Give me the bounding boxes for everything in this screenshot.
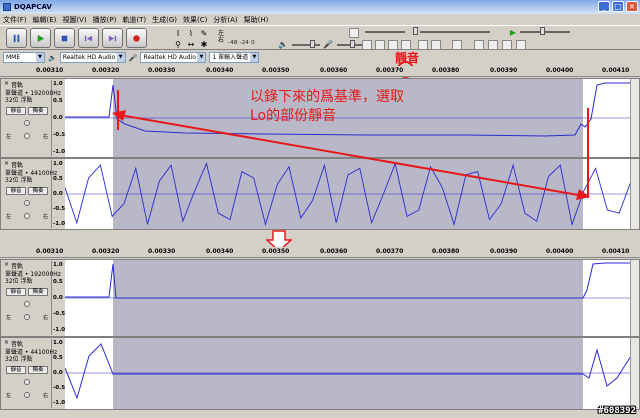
scale-label: 1.0 <box>53 262 63 268</box>
ruler-tick: 0.00400 <box>546 248 574 255</box>
scale-label: 1.0 <box>53 340 63 346</box>
mute-button[interactable]: 靜音 <box>6 366 26 374</box>
timeline-ruler-bottom[interactable]: 0.00310 0.00320 0.00330 0.00340 0.00350 … <box>0 247 640 258</box>
gain-knob[interactable] <box>24 379 30 385</box>
scale-label: -1.0 <box>53 400 66 406</box>
amplitude-scale: 1.0 0.5 0.0 -0.5 -1.0 <box>52 338 66 409</box>
track-info-format: 32位 浮點 <box>5 278 33 285</box>
mute-button[interactable]: 靜音 <box>6 288 26 296</box>
track-1-after[interactable]: × 音軌 單聲道 • 192000Hz 32位 浮點 靜音 獨奏 左 右 1.0… <box>0 259 640 337</box>
track-close-icon[interactable]: × <box>4 339 9 346</box>
vertical-scrollbar[interactable] <box>630 260 639 336</box>
pan-left-label: 左 <box>6 315 12 321</box>
ruler-tick: 0.00380 <box>432 248 460 255</box>
annotation-line-2: Lo的部份靜音 <box>250 108 337 124</box>
waveform-track-2-after[interactable] <box>65 338 631 409</box>
ruler-tick: 0.00410 <box>602 248 630 255</box>
pan-left-label: 左 <box>6 393 12 399</box>
vertical-scrollbar[interactable] <box>630 338 639 409</box>
amplitude-scale: 1.0 0.5 0.0 -0.5 -1.0 <box>52 260 66 336</box>
track-control-panel: × 音軌 單聲道 • 192000Hz 32位 浮點 靜音 獨奏 左 右 <box>3 261 61 335</box>
ruler-tick: 0.00350 <box>262 248 290 255</box>
scale-label: 0.5 <box>53 355 63 361</box>
scale-label: -1.0 <box>53 327 66 333</box>
solo-button[interactable]: 獨奏 <box>28 288 48 296</box>
scale-label: -0.5 <box>53 385 66 391</box>
ruler-tick: 0.00370 <box>376 248 404 255</box>
annotation-line-1: 以錄下來的爲基準，選取 <box>250 89 404 105</box>
pan-knob[interactable] <box>24 392 30 398</box>
track-info-format: 32位 浮點 <box>5 356 33 363</box>
ruler-tick: 0.00320 <box>92 248 120 255</box>
scale-label: 0.5 <box>53 279 63 285</box>
ruler-tick: 0.00310 <box>36 248 64 255</box>
track-control-panel: × 音軌 單聲道 • 44100Hz 32位 浮點 靜音 獨奏 左 右 <box>3 339 57 408</box>
scale-label: -0.5 <box>53 311 66 317</box>
track-close-icon[interactable]: × <box>4 261 9 268</box>
pan-right-label: 右 <box>43 315 49 321</box>
ruler-tick: 0.00360 <box>320 248 348 255</box>
instruction-annotation: 以錄下來的爲基準，選取 Lo的部份靜音 <box>250 88 404 126</box>
watermark: #608392 <box>598 406 636 416</box>
scale-label: 0.0 <box>53 370 63 376</box>
solo-button[interactable]: 獨奏 <box>28 366 48 374</box>
track-2-after[interactable]: × 音軌 單聲道 • 44100Hz 32位 浮點 靜音 獨奏 左 右 1.0 … <box>0 337 640 410</box>
ruler-tick: 0.00390 <box>490 248 518 255</box>
pan-knob[interactable] <box>24 314 30 320</box>
waveform-track-1-after[interactable] <box>65 260 631 336</box>
scale-label: 0.0 <box>53 295 63 301</box>
ruler-tick: 0.00330 <box>148 248 176 255</box>
gain-knob[interactable] <box>24 301 30 307</box>
pan-right-label: 右 <box>43 393 49 399</box>
ruler-tick: 0.00340 <box>206 248 234 255</box>
